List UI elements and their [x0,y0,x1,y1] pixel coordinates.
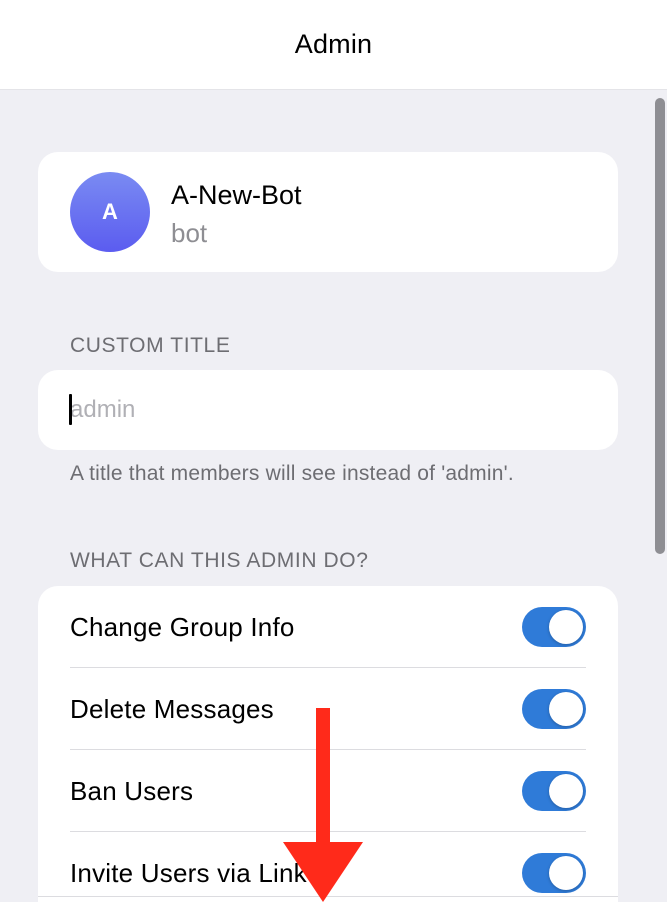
permission-label: Invite Users via Link [70,857,307,888]
toggle-knob [549,774,583,808]
toggle-knob [549,856,583,890]
ban-users-toggle[interactable] [522,771,586,811]
permissions-header: WHAT CAN THIS ADMIN DO? [70,549,369,572]
invite-users-toggle[interactable] [522,853,586,893]
navigation-bar: Admin [0,0,667,90]
avatar-initial: A [102,199,118,224]
custom-title-header: CUSTOM TITLE [70,334,231,357]
permission-row-ban-users[interactable]: Ban Users [38,750,618,832]
toggle-knob [549,610,583,644]
admin-settings-screen: Admin A A-New-Bot bot CUSTOM TITLE A tit… [0,0,667,902]
delete-messages-toggle[interactable] [522,689,586,729]
permission-row-delete-messages[interactable]: Delete Messages [38,668,618,750]
toggle-knob [549,692,583,726]
custom-title-card [38,370,618,450]
profile-name: A-New-Bot [171,180,302,210]
profile-subtitle: bot [171,218,208,248]
permission-row-change-group-info[interactable]: Change Group Info [38,586,618,668]
page-title: Admin [294,29,373,59]
permission-label: Change Group Info [70,611,295,642]
text-cursor [69,394,72,425]
permission-label: Ban Users [70,775,194,806]
scrollbar[interactable] [655,98,665,554]
permission-label: Delete Messages [70,693,274,724]
custom-title-input[interactable] [70,370,590,450]
permission-row-invite-users[interactable]: Invite Users via Link [38,832,618,902]
change-group-info-toggle[interactable] [522,607,586,647]
permissions-card: Change Group Info Delete Messages Ban Us… [38,586,618,902]
profile-card: A A-New-Bot bot [38,152,618,272]
avatar: A [70,172,150,252]
divider [38,896,618,897]
custom-title-footer: A title that members will see instead of… [70,462,514,485]
